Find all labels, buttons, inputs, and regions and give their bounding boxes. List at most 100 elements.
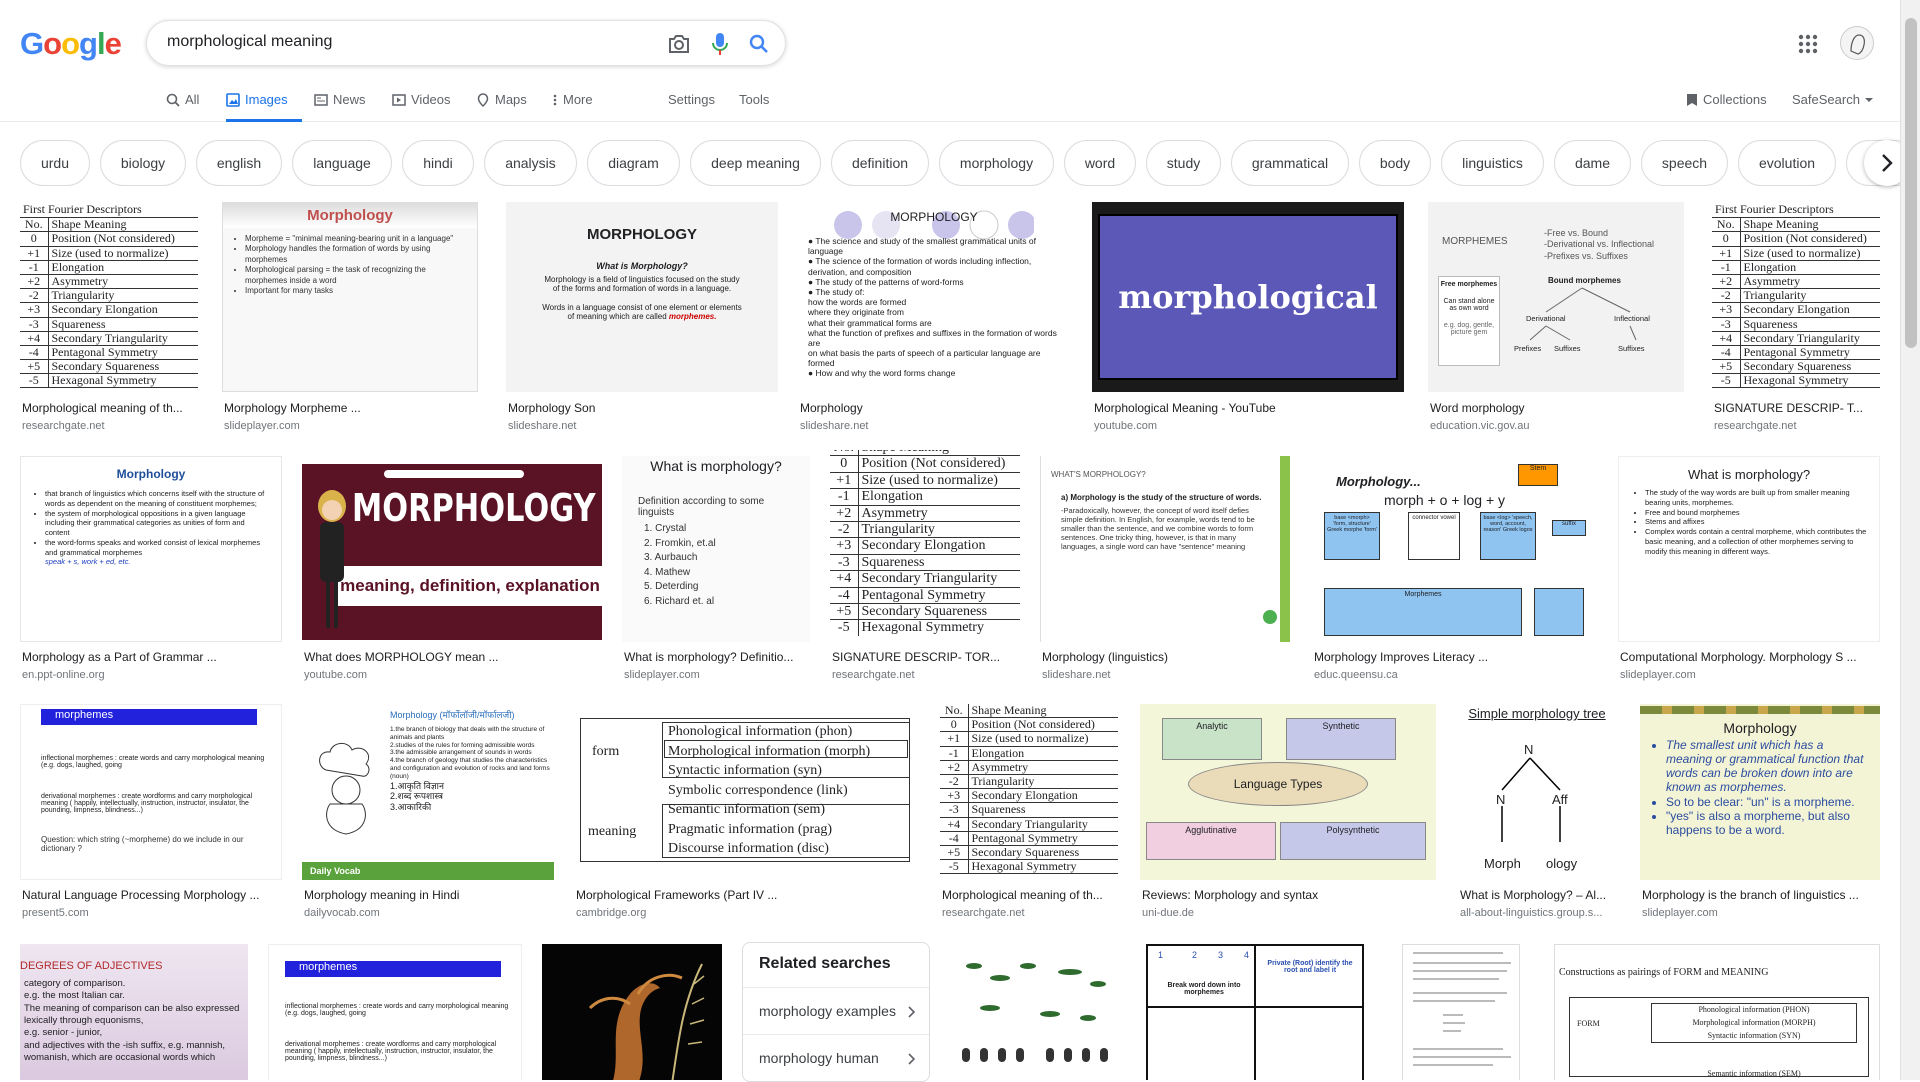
chip-deep-meaning[interactable]: deep meaning — [690, 140, 821, 186]
result-caption[interactable]: Morphology is the branch of linguistics … — [1642, 888, 1880, 902]
result-thumbnail[interactable]: WHAT'S MORPHOLOGY? a) Morphology is the … — [1040, 456, 1290, 642]
image-result[interactable]: No.Shape Meaning0Position (Not considere… — [830, 450, 1020, 688]
image-result[interactable]: What is morphology? The study of the way… — [1618, 456, 1880, 688]
result-source[interactable]: slideshare.net — [800, 420, 1068, 432]
result-thumbnail[interactable]: Morphology... morph + o + log + y Stem b… — [1312, 456, 1598, 642]
related-item[interactable]: morphology human — [743, 1034, 929, 1080]
image-result[interactable]: MORPHOLOGY What is Morphology? Morpholog… — [506, 202, 780, 438]
result-thumbnail[interactable]: First Fourier Descriptors No. Shape Meanin… — [1712, 202, 1880, 392]
apps-grid-icon[interactable] — [1796, 32, 1820, 56]
result-source[interactable]: slideplayer.com — [1642, 907, 1880, 919]
image-result[interactable]: Analytic Synthetic Language Types Agglut… — [1140, 704, 1436, 924]
tools-link[interactable]: Tools — [739, 92, 769, 122]
result-thumbnail[interactable]: No.Shape Meaning0Position (Not considere… — [830, 450, 1020, 636]
image-result[interactable]: Morphology that branch of linguistics wh… — [20, 456, 282, 688]
result-thumbnail[interactable]: MORPHEMES -Free vs. Bound -Derivational … — [1428, 202, 1684, 392]
image-result[interactable]: WHAT'S MORPHOLOGY? a) Morphology is the … — [1040, 456, 1290, 688]
image-result[interactable]: Morphology The smallest unit which has a… — [1640, 704, 1880, 924]
chip-morphology[interactable]: morphology — [939, 140, 1054, 186]
image-result[interactable]: morphemes inflectional morphemes : creat… — [20, 704, 282, 924]
result-source[interactable]: slideshare.net — [508, 420, 778, 432]
chip-dame[interactable]: dame — [1554, 140, 1631, 186]
avatar[interactable] — [1840, 26, 1874, 60]
camera-icon[interactable] — [667, 32, 691, 56]
result-source[interactable]: youtube.com — [304, 669, 600, 681]
result-thumbnail[interactable]: form meaning Phonological information (p… — [574, 704, 920, 880]
result-caption[interactable]: Morphology (linguistics) — [1042, 650, 1288, 664]
result-thumbnail[interactable]: morphemes inflectional morphemes : creat… — [268, 944, 522, 1080]
scrollbar-thumb[interactable] — [1905, 18, 1917, 348]
microphone-icon[interactable] — [708, 32, 732, 56]
result-thumbnail[interactable]: MORPHOLOGY meaning, definition, explanat… — [302, 456, 602, 642]
result-source[interactable]: youtube.com — [1094, 420, 1394, 432]
result-source[interactable]: all-about-linguistics.group.s... — [1460, 907, 1616, 919]
image-result[interactable]: DEGREES OF ADJECTIVES category of compar… — [20, 944, 248, 1080]
result-source[interactable]: slideplayer.com — [624, 669, 810, 681]
tab-news[interactable]: News — [314, 92, 366, 122]
related-item[interactable]: morphology examples — [743, 987, 929, 1033]
chip-linguistics[interactable]: linguistics — [1441, 140, 1544, 186]
image-result[interactable]: morphological Morphological Meaning - Yo… — [1092, 202, 1404, 438]
collections-link[interactable]: Collections — [1686, 92, 1767, 122]
result-caption[interactable]: Morphology Son — [508, 401, 778, 415]
result-caption[interactable]: What does MORPHOLOGY mean ... — [304, 650, 600, 664]
result-thumbnail[interactable]: Morphology The smallest unit which has a… — [1640, 704, 1880, 880]
safesearch-dropdown[interactable]: SafeSearch — [1792, 92, 1873, 122]
result-source[interactable]: cambridge.org — [576, 907, 920, 919]
image-result[interactable]: Morphology Morpheme = "minimal meaning-b… — [222, 202, 486, 438]
page-scrollbar[interactable] — [1900, 0, 1920, 1080]
chip-word[interactable]: word — [1064, 140, 1136, 186]
result-thumbnail[interactable] — [542, 944, 722, 1080]
chip-analysis[interactable]: analysis — [484, 140, 577, 186]
chip-study[interactable]: study — [1146, 140, 1221, 186]
result-caption[interactable]: Morphological Meaning - YouTube — [1094, 401, 1394, 415]
result-source[interactable]: researchgate.net — [942, 907, 1118, 919]
image-result[interactable]: What is morphology? Definition according… — [622, 456, 810, 688]
result-caption[interactable]: Reviews: Morphology and syntax — [1142, 888, 1436, 902]
image-result[interactable]: Constructions as pairings of FORM and ME… — [1554, 944, 1880, 1080]
image-result[interactable]: Morphology (मॉर्फोलॉजी/मॉर्फालजी) 1.the … — [302, 704, 554, 924]
result-thumbnail[interactable] — [1402, 944, 1520, 1080]
result-source[interactable]: slideshare.net — [1042, 669, 1288, 681]
result-source[interactable]: researchgate.net — [832, 669, 1020, 681]
chip-evolution[interactable]: evolution — [1738, 140, 1836, 186]
result-source[interactable]: slideplayer.com — [224, 420, 484, 432]
result-source[interactable]: education.vic.gov.au — [1430, 420, 1684, 432]
image-result[interactable]: First Fourier Descriptors No. Shape Meanin… — [1712, 202, 1880, 438]
result-caption[interactable]: What is morphology? Definitio... — [624, 650, 810, 664]
image-result[interactable]: First Fourier Descriptors No. Shape Meanin… — [20, 202, 198, 438]
result-caption[interactable]: Morphology Improves Literacy ... — [1314, 650, 1598, 664]
result-source[interactable]: researchgate.net — [1714, 420, 1880, 432]
result-caption[interactable]: SIGNATURE DESCRIP- T... — [1714, 401, 1880, 415]
image-result[interactable] — [542, 944, 722, 1080]
image-result[interactable] — [950, 944, 1120, 1080]
image-result[interactable]: morphemes inflectional morphemes : creat… — [268, 944, 522, 1080]
result-caption[interactable]: Morphological Frameworks (Part IV ... — [576, 888, 920, 902]
result-caption[interactable]: SIGNATURE DESCRIP- TOR... — [832, 650, 1020, 664]
result-caption[interactable]: What is Morphology? – Al... — [1460, 888, 1616, 902]
chip-english[interactable]: english — [196, 140, 282, 186]
result-caption[interactable]: Morphology as a Part of Grammar ... — [22, 650, 282, 664]
result-thumbnail[interactable]: Morphology that branch of linguistics wh… — [20, 456, 282, 642]
chip-body[interactable]: body — [1359, 140, 1431, 186]
result-caption[interactable]: Morphology — [800, 401, 1068, 415]
result-caption[interactable]: Morphology Morpheme ... — [224, 401, 484, 415]
chip-language[interactable]: language — [292, 140, 392, 186]
result-thumbnail[interactable]: DEGREES OF ADJECTIVES category of compar… — [20, 944, 248, 1080]
chip-definition[interactable]: definition — [831, 140, 929, 186]
result-thumbnail[interactable]: First Fourier Descriptors No. Shape Meanin… — [20, 202, 198, 392]
result-caption[interactable]: Word morphology — [1430, 401, 1684, 415]
image-result[interactable]: MORPHOLOGY meaning, definition, explanat… — [302, 456, 602, 688]
result-thumbnail[interactable]: morphemes inflectional morphemes : creat… — [20, 704, 282, 880]
chip-speech[interactable]: speech — [1641, 140, 1728, 186]
tab-more[interactable]: More — [552, 92, 593, 122]
result-source[interactable]: en.ppt-online.org — [22, 669, 282, 681]
settings-link[interactable]: Settings — [668, 92, 715, 122]
result-source[interactable]: educ.queensu.ca — [1314, 669, 1598, 681]
result-thumbnail[interactable]: 1 2 3 4 Break word down into morphemes P… — [1146, 944, 1364, 1080]
result-caption[interactable]: Morphology meaning in Hindi — [304, 888, 554, 902]
image-result[interactable]: Morphology... morph + o + log + y Stem b… — [1312, 456, 1598, 688]
result-source[interactable]: uni-due.de — [1142, 907, 1436, 919]
result-source[interactable]: researchgate.net — [22, 420, 198, 432]
result-caption[interactable]: Morphological meaning of th... — [22, 401, 198, 415]
